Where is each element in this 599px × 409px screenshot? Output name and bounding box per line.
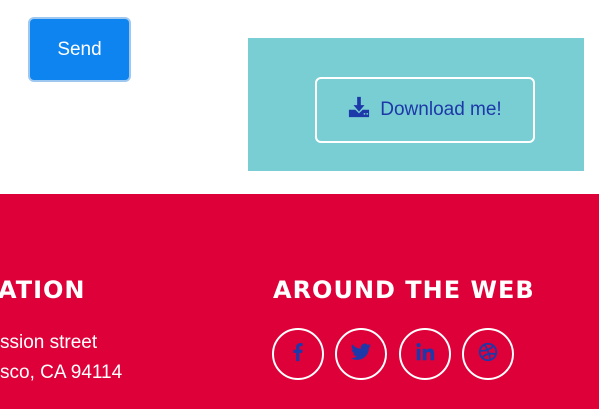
download-panel: Download me! bbox=[248, 38, 584, 171]
download-label: Download me! bbox=[380, 99, 502, 120]
twitter-link[interactable] bbox=[335, 328, 387, 380]
address-line-1: ssion street bbox=[0, 332, 98, 353]
footer: ATION ssion street sco, CA 94114 AROUND … bbox=[0, 194, 599, 409]
download-icon bbox=[348, 96, 370, 124]
twitter-icon bbox=[350, 341, 372, 368]
dribbble-icon bbox=[477, 341, 499, 368]
facebook-icon bbox=[287, 341, 309, 368]
dribbble-link[interactable] bbox=[462, 328, 514, 380]
linkedin-link[interactable] bbox=[399, 328, 451, 380]
address-line-2: sco, CA 94114 bbox=[0, 362, 123, 383]
page: Send Download me! ATION ssion street sco… bbox=[0, 0, 599, 409]
location-heading: ATION bbox=[0, 276, 86, 304]
facebook-link[interactable] bbox=[272, 328, 324, 380]
download-button[interactable]: Download me! bbox=[315, 77, 535, 143]
around-the-web-heading: AROUND THE WEB bbox=[273, 276, 535, 304]
linkedin-icon bbox=[414, 341, 436, 368]
send-button[interactable]: Send bbox=[28, 17, 131, 82]
